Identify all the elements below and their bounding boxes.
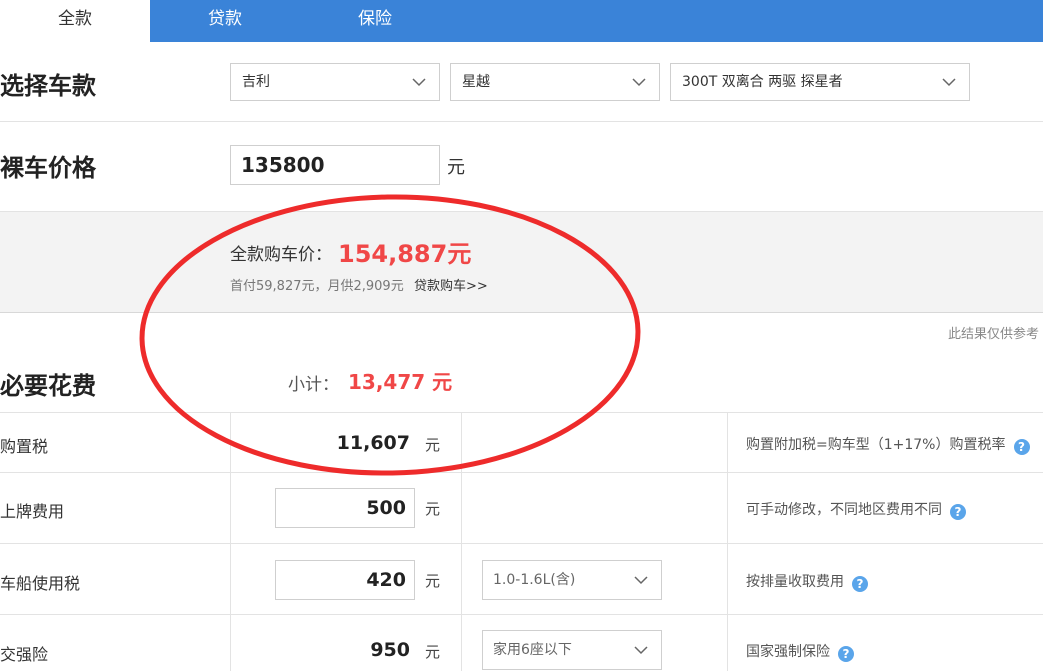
select-car-label: 选择车款	[0, 72, 96, 100]
brand-select[interactable]: 吉利	[230, 63, 440, 101]
fee-unit: 元	[425, 643, 441, 661]
chevron-down-icon	[942, 78, 956, 87]
series-select[interactable]: 星越	[450, 63, 660, 101]
column-divider	[230, 473, 231, 544]
tab-loan[interactable]: 贷款	[150, 0, 300, 42]
table-row: 车船使用税 420 元 1.0-1.6L(含) 按排量收取费用?	[0, 543, 1043, 615]
series-select-value: 星越	[462, 74, 490, 90]
table-row: 交强险 950 元 家用6座以下 国家强制保险?	[0, 614, 1043, 671]
fee-name: 上牌费用	[0, 502, 65, 521]
displacement-select[interactable]: 1.0-1.6L(含)	[482, 560, 662, 600]
help-icon[interactable]: ?	[1013, 439, 1030, 455]
column-divider	[461, 544, 462, 615]
subtotal-value: 13,477 元	[348, 370, 453, 394]
fee-unit: 元	[425, 500, 441, 518]
total-price-label: 全款购车价：	[230, 245, 332, 265]
fee-note: 可手动修改，不同地区费用不同?	[746, 499, 966, 520]
subtotal-label: 小计：	[288, 375, 339, 395]
tab-bar: 全款 贷款 保险	[0, 0, 1043, 42]
divider	[0, 121, 1043, 122]
fee-note: 国家强制保险?	[746, 641, 854, 662]
table-row: 上牌费用 500 元 可手动修改，不同地区费用不同?	[0, 472, 1043, 544]
fee-value: 950	[370, 639, 410, 661]
model-select-value: 300T 双离合 两驱 探星者	[682, 74, 843, 90]
column-divider	[230, 544, 231, 615]
vehicle-tax-input[interactable]: 420	[275, 560, 415, 600]
tab-full-payment[interactable]: 全款	[0, 0, 150, 42]
chevron-down-icon	[634, 576, 648, 585]
column-divider	[230, 413, 231, 473]
fee-note: 购置附加税=购车型（1+17%）购置税率?	[746, 434, 1030, 455]
summary-panel: 全款购车价： 154,887元 首付59,827元，月供2,909元 贷款购车>…	[0, 211, 1043, 313]
plate-fee-input[interactable]: 500	[275, 488, 415, 528]
disclaimer: 此结果仅供参考	[948, 327, 1040, 342]
table-row: 购置税 11,607 元 购置附加税=购车型（1+17%）购置税率?	[0, 412, 1043, 473]
model-select[interactable]: 300T 双离合 两驱 探星者	[670, 63, 970, 101]
fee-unit: 元	[425, 572, 441, 590]
fee-name: 交强险	[0, 645, 49, 664]
column-divider	[461, 413, 462, 473]
column-divider	[461, 473, 462, 544]
fee-name: 购置税	[0, 437, 49, 456]
column-divider	[727, 544, 728, 615]
chevron-down-icon	[634, 646, 648, 655]
fee-note-text: 国家强制保险	[746, 644, 830, 660]
bare-price-input[interactable]: 135800	[230, 145, 440, 185]
tab-insurance[interactable]: 保险	[300, 0, 450, 42]
loan-purchase-link[interactable]: 贷款购车>>	[414, 275, 488, 294]
fee-unit: 元	[425, 436, 441, 454]
displacement-select-value: 1.0-1.6L(含)	[493, 572, 576, 588]
help-icon[interactable]: ?	[838, 646, 854, 662]
brand-select-value: 吉利	[242, 74, 270, 90]
loan-info: 首付59,827元，月供2,909元	[230, 279, 404, 294]
help-icon[interactable]: ?	[852, 576, 868, 592]
fee-note-text: 按排量收取费用	[746, 574, 844, 590]
column-divider	[727, 473, 728, 544]
total-price-value: 154,887元	[338, 240, 472, 268]
help-icon[interactable]: ?	[950, 504, 966, 520]
fee-note-text: 购置附加税=购车型（1+17%）购置税率	[746, 437, 1006, 453]
fee-note-text: 可手动修改，不同地区费用不同	[746, 502, 942, 518]
bare-price-label: 裸车价格	[0, 154, 96, 182]
fee-name: 车船使用税	[0, 574, 81, 593]
bare-price-unit: 元	[447, 157, 465, 178]
column-divider	[461, 615, 462, 671]
column-divider	[727, 413, 728, 473]
chevron-down-icon	[632, 78, 646, 87]
required-fees-label: 必要花费	[0, 372, 96, 400]
chevron-down-icon	[412, 78, 426, 87]
seat-type-select[interactable]: 家用6座以下	[482, 630, 662, 670]
fee-note: 按排量收取费用?	[746, 571, 868, 592]
column-divider	[230, 615, 231, 671]
fee-value: 11,607	[336, 432, 410, 454]
seat-type-select-value: 家用6座以下	[493, 642, 572, 658]
column-divider	[727, 615, 728, 671]
